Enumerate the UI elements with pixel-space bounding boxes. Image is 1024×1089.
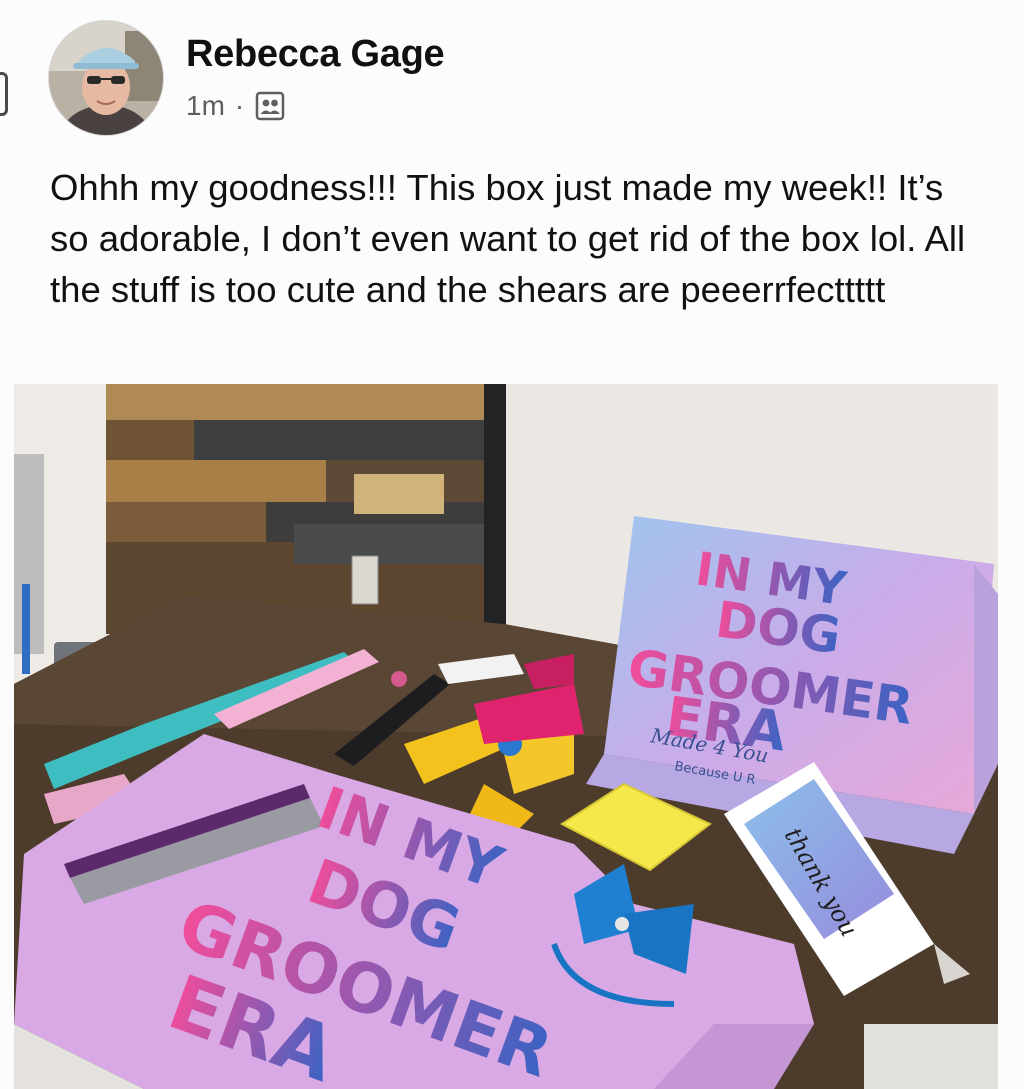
- back-button-fragment[interactable]: [0, 72, 8, 116]
- avatar-image: [49, 21, 163, 135]
- post-text: Ohhh my goodness!!! This box just made m…: [50, 167, 966, 310]
- grooming-box-photo: IN MY DOG GROOMER ERA Made 4 You Because…: [14, 384, 998, 1089]
- post-timestamp[interactable]: 1m: [186, 90, 225, 122]
- meta-separator: ·: [234, 89, 245, 121]
- author-name[interactable]: Rebecca Gage: [186, 33, 445, 76]
- post-photo[interactable]: IN MY DOG GROOMER ERA Made 4 You Because…: [14, 384, 998, 1089]
- post-header: Rebecca Gage 1m ·: [48, 20, 445, 136]
- post-meta: Rebecca Gage 1m ·: [186, 20, 445, 122]
- friends-icon[interactable]: [254, 90, 286, 122]
- post-screen: Rebecca Gage 1m · Ohhh my goodness!!! Th…: [0, 0, 1024, 1089]
- avatar[interactable]: [48, 20, 164, 136]
- post-meta-line: 1m ·: [186, 90, 444, 122]
